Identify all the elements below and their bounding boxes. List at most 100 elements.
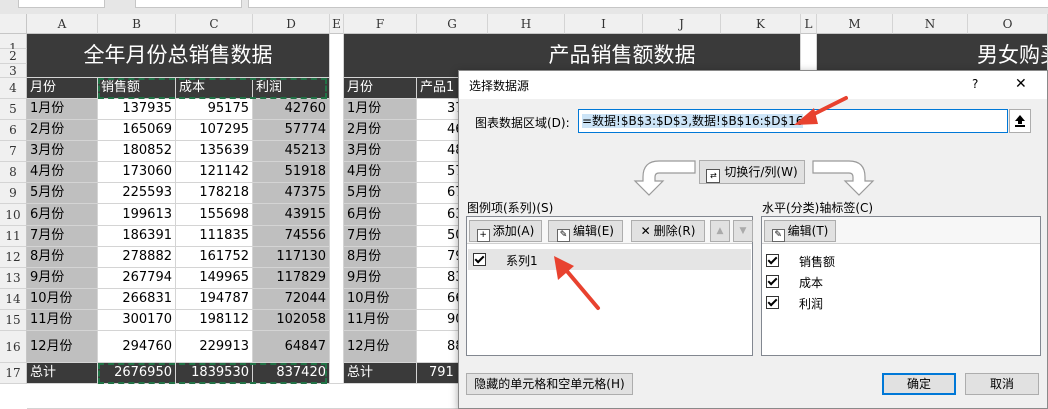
table1-profit-cell[interactable]: 74556 [253, 226, 330, 247]
add-series-button[interactable]: + 添加(A) [469, 220, 542, 242]
table1-sales-cell[interactable]: 165069 [98, 120, 176, 141]
table1-cost-cell[interactable]: 111835 [176, 226, 253, 247]
table2-month-cell[interactable]: 1月份 [344, 99, 417, 120]
row-header-4[interactable]: 4 [0, 78, 27, 99]
column-header-c[interactable]: C [176, 14, 253, 34]
table1-month-cell[interactable]: 5月份 [27, 183, 98, 204]
table1-profit-cell[interactable]: 57774 [253, 120, 330, 141]
table2-month-cell[interactable]: 2月份 [344, 120, 417, 141]
table2-month-cell[interactable]: 8月份 [344, 247, 417, 268]
table2-month-cell[interactable]: 4月份 [344, 162, 417, 183]
close-icon[interactable]: ✕ [1015, 76, 1027, 92]
table1-profit-cell[interactable]: 117829 [253, 268, 330, 289]
table1-cost-cell[interactable]: 178218 [176, 183, 253, 204]
table1-cost-cell[interactable]: 135639 [176, 141, 253, 162]
row-header-2[interactable]: 2 [0, 49, 27, 64]
category-checkbox[interactable] [766, 254, 779, 267]
table1-month-cell[interactable]: 9月份 [27, 268, 98, 289]
category-checkbox[interactable] [766, 275, 779, 288]
table1-cost-cell[interactable]: 107295 [176, 120, 253, 141]
table1-sales-cell[interactable]: 266831 [98, 289, 176, 310]
move-down-button[interactable]: ▼ [733, 220, 753, 242]
column-header-d[interactable]: D [253, 14, 330, 34]
column-header-e[interactable]: E [330, 14, 344, 34]
table1-month-cell[interactable]: 4月份 [27, 162, 98, 183]
table1-sales-cell[interactable]: 180852 [98, 141, 176, 162]
name-box[interactable] [18, 0, 105, 8]
row-header-3[interactable]: 3 [0, 64, 27, 78]
column-header-j[interactable]: J [643, 14, 721, 34]
table1-sales-cell[interactable]: 186391 [98, 226, 176, 247]
table1-cost-cell[interactable]: 194787 [176, 289, 253, 310]
table1-cost-cell[interactable]: 149965 [176, 268, 253, 289]
delete-series-button[interactable]: ✕ 删除(R) [631, 220, 705, 242]
table1-profit-cell[interactable]: 72044 [253, 289, 330, 310]
column-header-n[interactable]: N [893, 14, 968, 34]
table1-sales-cell[interactable]: 199613 [98, 204, 176, 226]
category-item[interactable]: 成本 [763, 271, 1039, 292]
table1-profit-cell[interactable]: 51918 [253, 162, 330, 183]
table1-profit-cell[interactable]: 45213 [253, 141, 330, 162]
row-header-16[interactable]: 16 [0, 331, 27, 363]
row-header-11[interactable]: 11 [0, 226, 27, 247]
ok-button[interactable]: 确定 [882, 373, 956, 395]
row-header-13[interactable]: 13 [0, 268, 27, 289]
table2-month-cell[interactable]: 11月份 [344, 310, 417, 331]
category-listbox[interactable]: ✎ 编辑(T) 销售额 成本 利润 [761, 216, 1041, 356]
table2-month-cell[interactable]: 3月份 [344, 141, 417, 162]
edit-axis-button[interactable]: ✎ 编辑(T) [764, 220, 836, 242]
column-header-f[interactable]: F [344, 14, 417, 34]
table1-cost-cell[interactable]: 198112 [176, 310, 253, 331]
table1-month-cell[interactable]: 2月份 [27, 120, 98, 141]
table1-cost-cell[interactable]: 121142 [176, 162, 253, 183]
category-item[interactable]: 销售额 [763, 250, 1039, 271]
collapse-dialog-button[interactable] [1009, 109, 1031, 133]
table1-sales-cell[interactable]: 278882 [98, 247, 176, 268]
table1-month-cell[interactable]: 11月份 [27, 310, 98, 331]
row-header-6[interactable]: 6 [0, 120, 27, 141]
formula-input[interactable] [248, 0, 1048, 8]
column-header-a[interactable]: A [27, 14, 98, 34]
table1-month-cell[interactable]: 3月份 [27, 141, 98, 162]
table1-sales-cell[interactable]: 137935 [98, 99, 176, 120]
row-header-14[interactable]: 14 [0, 289, 27, 310]
table2-total-cell[interactable]: 总计 [344, 363, 417, 384]
column-header-g[interactable]: G [417, 14, 488, 34]
row-header-12[interactable]: 12 [0, 247, 27, 268]
series-item[interactable]: 系列1 [468, 249, 751, 270]
row-header-7[interactable]: 7 [0, 141, 27, 162]
table1-sales-cell[interactable]: 294760 [98, 331, 176, 363]
function-box[interactable] [135, 0, 242, 8]
table1-header-cell[interactable]: 月份 [27, 78, 98, 99]
row-header-1[interactable]: 1 [0, 34, 27, 55]
table2-month-cell[interactable]: 6月份 [344, 204, 417, 226]
table1-title[interactable]: 全年月份总销售数据 [27, 34, 330, 78]
hidden-empty-cells-button[interactable]: 隐藏的单元格和空单元格(H) [466, 373, 633, 395]
row-header-15[interactable]: 15 [0, 310, 27, 331]
table1-month-cell[interactable]: 8月份 [27, 247, 98, 268]
row-header-8[interactable]: 8 [0, 162, 27, 183]
row-header-17[interactable]: 17 [0, 363, 27, 384]
help-icon[interactable]: ? [972, 77, 978, 91]
table1-profit-cell[interactable]: 43915 [253, 204, 330, 226]
table1-profit-cell[interactable]: 64847 [253, 331, 330, 363]
column-header-i[interactable]: I [565, 14, 643, 34]
table1-cost-cell[interactable]: 155698 [176, 204, 253, 226]
table1-month-cell[interactable]: 10月份 [27, 289, 98, 310]
select-all-corner[interactable] [0, 14, 27, 34]
table1-profit-cell[interactable]: 102058 [253, 310, 330, 331]
row-header-9[interactable]: 9 [0, 183, 27, 204]
row-header-10[interactable]: 10 [0, 204, 27, 226]
column-header-h[interactable]: H [488, 14, 565, 34]
table2-month-cell[interactable]: 5月份 [344, 183, 417, 204]
column-header-m[interactable]: M [817, 14, 893, 34]
table1-cost-cell[interactable]: 161752 [176, 247, 253, 268]
table2-month-cell[interactable]: 9月份 [344, 268, 417, 289]
column-e-cells[interactable] [330, 34, 344, 384]
table1-sales-cell[interactable]: 173060 [98, 162, 176, 183]
series-listbox[interactable]: + 添加(A) ✎ 编辑(E) ✕ 删除(R) ▲ ▼ 系列1 [466, 216, 753, 356]
table1-profit-cell[interactable]: 42760 [253, 99, 330, 120]
category-item[interactable]: 利润 [763, 292, 1039, 313]
table1-profit-cell[interactable]: 117130 [253, 247, 330, 268]
table1-cost-cell[interactable]: 95175 [176, 99, 253, 120]
